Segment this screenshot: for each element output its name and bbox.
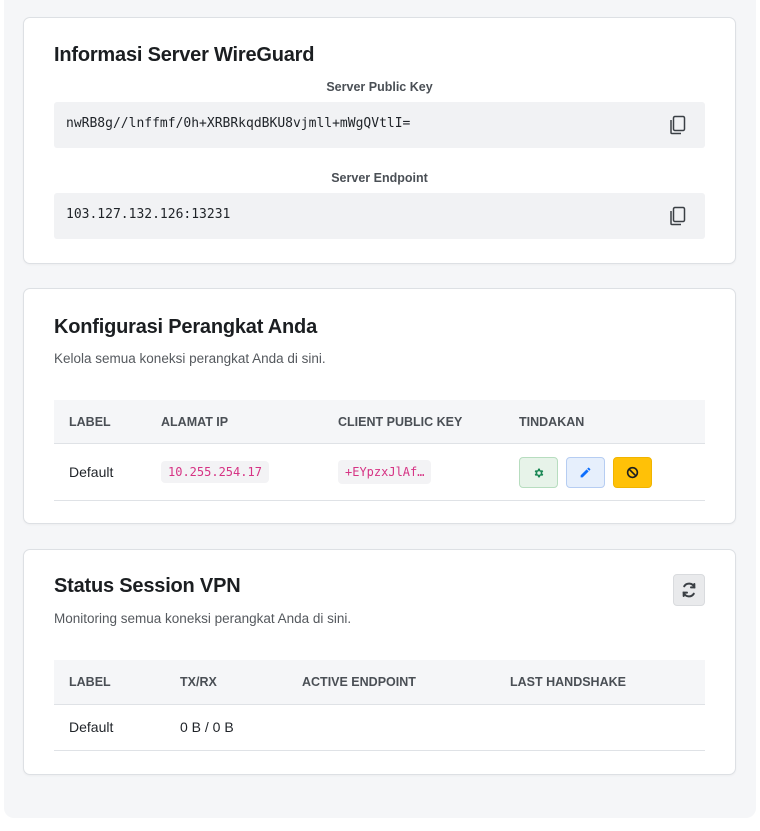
column-header: TINDAKAN <box>519 415 585 429</box>
device-disable-button[interactable] <box>613 457 652 488</box>
refresh-button[interactable] <box>673 574 705 606</box>
sessions-card: Status Session VPN Monitoring semua kone… <box>23 549 736 775</box>
copy-icon[interactable] <box>669 115 687 135</box>
column-header: LABEL <box>69 415 111 429</box>
devices-table: LABEL ALAMAT IP CLIENT PUBLIC KEY TINDAK… <box>54 400 705 501</box>
column-header: TX/RX <box>180 675 217 689</box>
device-edit-button[interactable] <box>566 457 605 488</box>
endpoint-box: 103.127.132.126:13231 <box>54 193 705 239</box>
pencil-icon <box>580 467 591 478</box>
server-info-title: Informasi Server WireGuard <box>54 44 315 66</box>
table-row: Default 0 B / 0 B <box>54 705 705 751</box>
sessions-table: LABEL TX/RX ACTIVE ENDPOINT LAST HANDSHA… <box>54 660 705 752</box>
copy-icon[interactable] <box>669 206 687 226</box>
column-header: CLIENT PUBLIC KEY <box>338 415 463 429</box>
device-label: Default <box>69 464 114 480</box>
endpoint-value: 103.127.132.126:13231 <box>66 207 231 222</box>
refresh-icon <box>682 582 696 598</box>
device-settings-button[interactable] <box>519 457 558 488</box>
ban-icon <box>626 466 639 479</box>
session-label: Default <box>69 719 114 735</box>
sessions-title: Status Session VPN <box>54 575 241 597</box>
column-header: ALAMAT IP <box>161 415 229 429</box>
devices-title: Konfigurasi Perangkat Anda <box>54 316 317 338</box>
sessions-subtitle: Monitoring semua koneksi perangkat Anda … <box>54 611 352 626</box>
device-ip: 10.255.254.17 <box>161 461 269 483</box>
column-header: ACTIVE ENDPOINT <box>302 675 416 689</box>
table-header: LABEL TX/RX ACTIVE ENDPOINT LAST HANDSHA… <box>54 660 705 705</box>
column-header: LABEL <box>69 675 111 689</box>
server-info-card: Informasi Server WireGuard Server Public… <box>23 17 736 264</box>
device-public-key: +EYpzxJlAf… <box>338 460 432 484</box>
table-row: Default 10.255.254.17 +EYpzxJlAf… <box>54 444 705 501</box>
cog-icon <box>534 468 543 477</box>
devices-subtitle: Kelola semua koneksi perangkat Anda di s… <box>54 351 326 366</box>
devices-card: Konfigurasi Perangkat Anda Kelola semua … <box>23 288 736 524</box>
table-header: LABEL ALAMAT IP CLIENT PUBLIC KEY TINDAK… <box>54 400 705 444</box>
session-txrx: 0 B / 0 B <box>180 719 234 735</box>
public-key-value: nwRB8g//lnffmf/0h+XRBRkqdBKU8vjmll+mWgQV… <box>66 116 411 131</box>
public-key-label: Server Public Key <box>326 80 433 94</box>
public-key-box: nwRB8g//lnffmf/0h+XRBRkqdBKU8vjmll+mWgQV… <box>54 102 705 148</box>
column-header: LAST HANDSHAKE <box>510 675 626 689</box>
endpoint-label: Server Endpoint <box>331 171 428 185</box>
